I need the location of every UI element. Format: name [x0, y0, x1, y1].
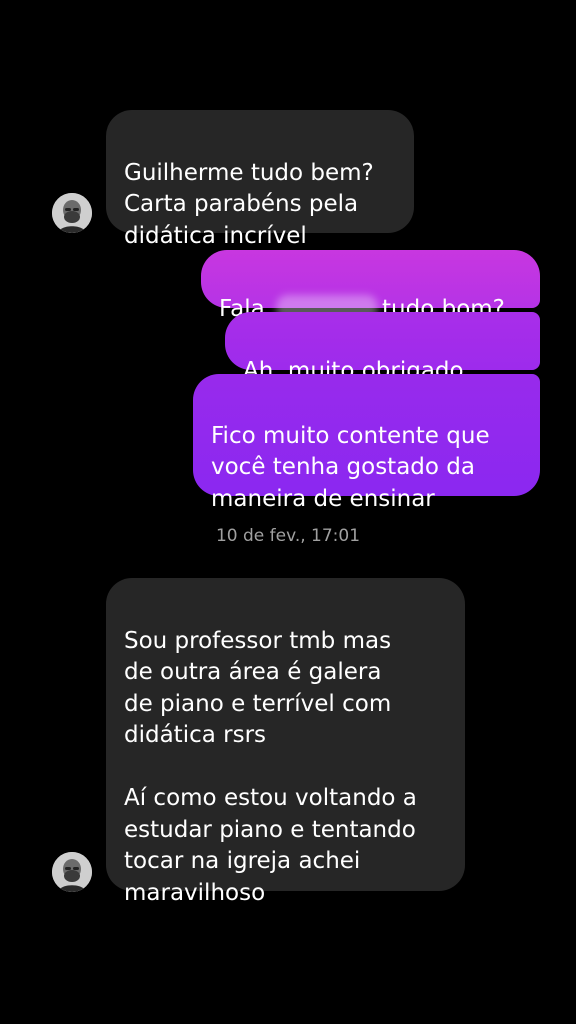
sender-avatar[interactable]	[52, 852, 92, 892]
sender-avatar[interactable]	[52, 193, 92, 233]
incoming-message[interactable]: Sou professor tmb mas de outra área é ga…	[106, 578, 465, 906]
outgoing-message[interactable]: Fico muito contente que você tenha gosta…	[193, 374, 540, 512]
incoming-message[interactable]: Guilherme tudo bem? Carta parabéns pela …	[106, 110, 414, 249]
outgoing-message[interactable]: Ah, muito obrigado	[225, 312, 540, 445]
message-timestamp: 10 de fev., 17:01	[215, 526, 361, 546]
outgoing-message[interactable]: Fala, tudo bom?	[201, 250, 540, 322]
avatar-icon	[52, 852, 92, 892]
message-text: Fico muito contente que você tenha gosta…	[211, 422, 490, 512]
avatar-icon	[52, 193, 92, 233]
message-text: Sou professor tmb mas de outra área é ga…	[124, 627, 417, 906]
message-text: Guilherme tudo bem? Carta parabéns pela …	[124, 159, 374, 249]
